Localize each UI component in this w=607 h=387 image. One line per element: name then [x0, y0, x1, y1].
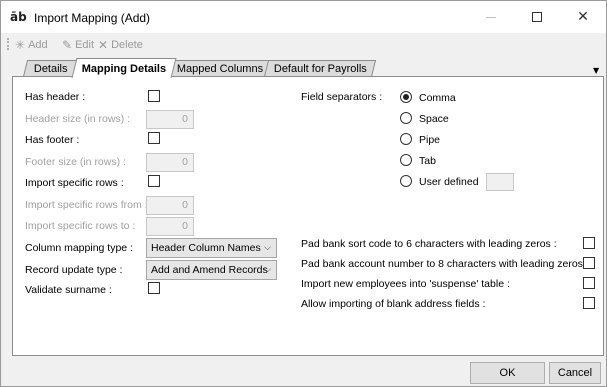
close-button[interactable]: ✕	[560, 1, 606, 33]
tab-details-label: Details	[34, 63, 68, 75]
delete-button[interactable]: ✕ Delete	[98, 37, 143, 52]
record-update-type-label: Record update type :	[25, 264, 123, 276]
tab-default-for-payrolls-label: Default for Payrolls	[273, 63, 367, 75]
validate-surname-checkbox[interactable]	[148, 282, 160, 294]
record-update-type-select[interactable]: Add and Amend Records ⌵	[146, 260, 277, 280]
suspense-table-checkbox[interactable]	[583, 277, 595, 289]
column-mapping-type-label: Column mapping type :	[25, 242, 133, 254]
pad-sort-code-label: Pad bank sort code to 6 characters with …	[301, 238, 557, 250]
header-size-label: Header size (in rows) :	[25, 113, 131, 125]
column-mapping-type-value: Header Column Names	[151, 242, 261, 254]
minimize-button[interactable]	[468, 1, 514, 33]
tab-mapped-columns[interactable]: Mapped Columns	[168, 60, 272, 77]
separator-tab-label: Tab	[419, 155, 436, 167]
tab-strip: Details Mapped Columns Default for Payro…	[1, 55, 606, 78]
tab-mapping-details[interactable]: Mapping Details	[71, 58, 177, 78]
tab-mapping-details-label: Mapping Details	[81, 62, 167, 75]
import-specific-rows-checkbox[interactable]	[148, 175, 160, 187]
record-update-type-value: Add and Amend Records	[151, 264, 268, 276]
import-specific-rows-label: Import specific rows :	[25, 177, 124, 189]
window-title: Import Mapping (Add)	[34, 11, 151, 25]
separator-user-defined-label: User defined	[419, 176, 479, 188]
cancel-button[interactable]: Cancel	[549, 362, 601, 384]
add-label: Add	[28, 38, 48, 51]
edit-icon: ✎	[62, 37, 73, 52]
tab-overflow-icon[interactable]: ▼	[593, 66, 599, 75]
has-footer-label: Has footer :	[25, 134, 80, 146]
validate-surname-label: Validate surname :	[25, 284, 112, 296]
column-mapping-type-select[interactable]: Header Column Names ⌵	[146, 238, 277, 258]
footer-size-label: Footer size (in rows) :	[25, 156, 126, 168]
header-size-input[interactable]: 0	[146, 110, 194, 129]
rows-to-input[interactable]: 0	[146, 217, 194, 236]
rows-to-label: Import specific rows to :	[25, 220, 136, 232]
pad-sort-code-checkbox[interactable]	[583, 237, 595, 249]
toolbar: ✳ Add ✎ Edit ✕ Delete	[1, 33, 606, 55]
pad-account-number-checkbox[interactable]	[583, 257, 595, 269]
import-mapping-window: āb Import Mapping (Add) ✕ ✳ Add ✎ Edit ✕…	[0, 0, 607, 387]
field-separators-label: Field separators :	[301, 91, 383, 103]
user-defined-separator-input[interactable]	[486, 173, 514, 191]
blank-address-checkbox[interactable]	[583, 297, 595, 309]
has-footer-checkbox[interactable]	[148, 132, 160, 144]
separator-comma-radio[interactable]	[400, 91, 412, 103]
separator-space-label: Space	[419, 113, 449, 125]
footer-size-input[interactable]: 0	[146, 153, 194, 172]
chevron-down-icon: ⌵	[264, 243, 271, 253]
suspense-table-label: Import new employees into 'suspense' tab…	[301, 278, 510, 290]
pad-account-number-label: Pad bank account number to 8 characters …	[301, 258, 589, 270]
has-header-label: Has header :	[25, 91, 86, 103]
edit-label: Edit	[75, 38, 95, 51]
tab-details[interactable]: Details	[22, 60, 80, 77]
tab-default-for-payrolls[interactable]: Default for Payrolls	[263, 60, 377, 77]
ok-button[interactable]: OK	[470, 362, 545, 384]
close-icon: ✕	[577, 9, 589, 25]
delete-label: Delete	[111, 38, 143, 51]
app-icon: āb	[10, 10, 27, 24]
separator-pipe-label: Pipe	[419, 134, 441, 146]
tab-mapped-columns-label: Mapped Columns	[176, 63, 263, 75]
separator-space-radio[interactable]	[400, 112, 412, 124]
separator-pipe-radio[interactable]	[400, 133, 412, 145]
chevron-down-icon: ⌵	[264, 265, 271, 275]
separator-tab-radio[interactable]	[400, 154, 412, 166]
maximize-button[interactable]	[514, 1, 560, 33]
has-header-checkbox[interactable]	[148, 90, 160, 102]
blank-address-label: Allow importing of blank address fields …	[301, 298, 486, 310]
mapping-details-panel: Has header : Header size (in rows) : 0 H…	[12, 76, 604, 356]
rows-from-label: Import specific rows from :	[25, 199, 148, 211]
title-bar: āb Import Mapping (Add) ✕	[1, 1, 606, 33]
separator-comma-label: Comma	[419, 92, 456, 104]
edit-button[interactable]: ✎ Edit	[62, 37, 94, 52]
minimize-icon	[486, 16, 496, 18]
delete-icon: ✕	[98, 37, 109, 52]
separator-user-defined-radio[interactable]	[400, 175, 412, 187]
toolbar-grip[interactable]	[7, 38, 9, 50]
add-button[interactable]: ✳ Add	[15, 37, 48, 52]
maximize-icon	[532, 12, 542, 22]
add-icon: ✳	[15, 37, 26, 52]
rows-from-input[interactable]: 0	[146, 196, 194, 215]
